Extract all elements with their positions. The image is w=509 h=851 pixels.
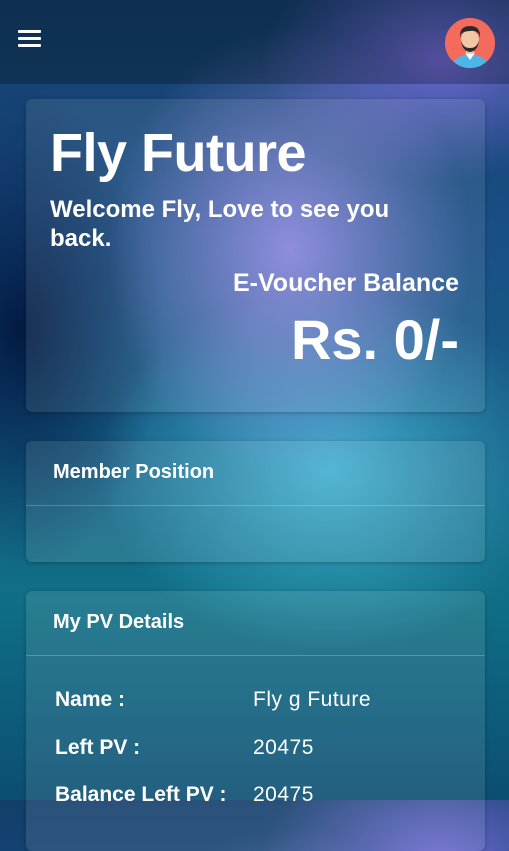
- pv-details-header: My PV Details: [26, 591, 485, 656]
- welcome-message: Welcome Fly, Love to see you back.: [50, 196, 390, 252]
- pv-row-label: Name :: [55, 688, 126, 711]
- pv-row-value: 20475: [253, 736, 314, 759]
- pv-row-value: 20475: [253, 783, 314, 806]
- member-position-card: Member Position: [26, 441, 485, 562]
- page-title: Fly Future: [50, 123, 307, 183]
- e-voucher-balance-label: E-Voucher Balance: [232, 269, 459, 297]
- welcome-card: Fly Future Welcome Fly, Love to see you …: [26, 99, 485, 412]
- pv-details-title: My PV Details: [53, 611, 185, 633]
- pv-row-value: Fly g Future: [253, 688, 372, 711]
- hamburger-menu-icon[interactable]: [18, 30, 41, 48]
- pv-row-label: Left PV :: [55, 736, 141, 759]
- member-position-title: Member Position: [53, 461, 215, 483]
- member-position-header: Member Position: [26, 441, 485, 506]
- top-app-bar: [0, 0, 509, 84]
- pv-details-card: My PV Details Name : Fly g Future Left P…: [26, 591, 485, 851]
- pv-row-label: Balance Left PV :: [55, 783, 227, 806]
- e-voucher-balance-value: Rs. 0/-: [290, 308, 459, 371]
- user-avatar-icon[interactable]: [445, 18, 495, 68]
